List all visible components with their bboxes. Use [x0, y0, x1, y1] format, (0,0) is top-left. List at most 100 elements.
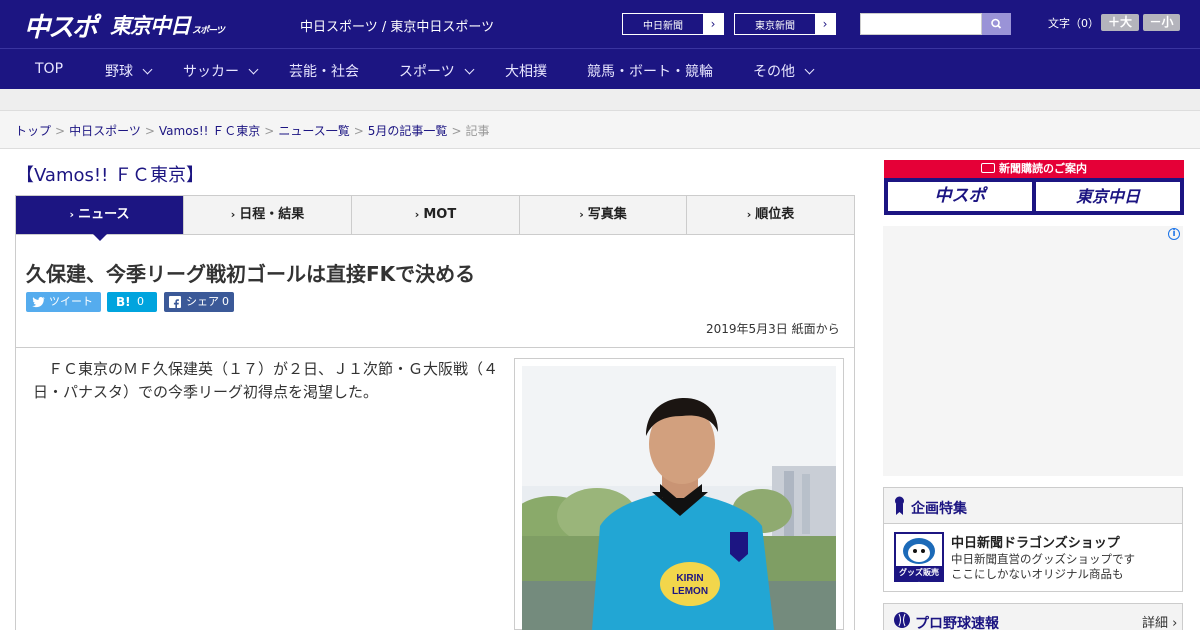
hatena-bookmark-button[interactable]: B! 0 [107, 292, 157, 312]
twitter-bird-icon [32, 296, 45, 308]
article-photo[interactable]: KIRIN LEMON [522, 366, 836, 630]
article-headline: 久保建、今季リーグ戦初ゴールは直接FKで決める [26, 262, 476, 286]
nav-item-label: その他 [753, 64, 795, 80]
ribbon-icon [895, 496, 904, 515]
search-button[interactable] [982, 13, 1011, 35]
dragons-shop-description: 中日新聞直営のグッズショップです ここにしかないオリジナル商品も [951, 552, 1179, 582]
breadcrumb-separator: > [451, 124, 462, 138]
nav-item-label: 野球 [105, 64, 133, 80]
tweet-button[interactable]: ツイート [26, 292, 101, 312]
chunichi-link-label: 中日新聞 [643, 21, 683, 32]
breadcrumb-fc-tokyo[interactable]: Vamos!! ＦＣ東京 [159, 124, 260, 138]
nav-item-other[interactable]: その他 [753, 61, 815, 81]
section-tabs: › ニュース › 日程・結果 › MOT › 写真集 › 順位表 [15, 195, 855, 241]
baseball-icon [894, 612, 910, 628]
article-date: 2019年5月3日 紙面から [706, 322, 840, 336]
nav-item-entertainment[interactable]: 芸能・社会 [289, 61, 359, 81]
facebook-share-count: 0 [222, 295, 229, 308]
dragons-shop-thumbnail[interactable]: グッズ販売中 [894, 532, 944, 591]
nav-item-racing[interactable]: 競馬・ボート・競輪 [587, 61, 713, 81]
tokyo-shimbun-link[interactable]: 東京新聞 › [734, 13, 836, 35]
tab-news[interactable]: › ニュース [16, 196, 184, 241]
chevron-right-icon: › [69, 208, 75, 221]
nav-item-sports[interactable]: スポーツ [399, 61, 475, 81]
divider [16, 347, 854, 348]
tokyo-logo-text: 東京中日 [110, 14, 191, 38]
chevron-right-icon: › [230, 208, 236, 221]
tab-label: 写真集 [587, 207, 627, 222]
tokyo-chunichi-subscribe-logo[interactable]: 東京中日 [1036, 182, 1180, 211]
goods-sale-badge: グッズ販売中 [899, 568, 939, 591]
details-link[interactable]: 詳細 › [1142, 612, 1177, 630]
facebook-share-button[interactable]: シェア 0 [164, 292, 234, 312]
chuspo-subscribe-logo[interactable]: 中スポ [888, 182, 1032, 211]
category-title[interactable]: 【Vamos!! ＦＣ東京】 [16, 161, 204, 187]
nav-item-label: サッカー [183, 64, 239, 80]
chevron-right-icon: › [746, 208, 752, 221]
breadcrumb-separator: > [55, 124, 66, 138]
shop-desc-line: 中日新聞直営のグッズショップです [951, 552, 1135, 566]
nav-item-top[interactable]: TOP [35, 61, 63, 77]
nav-item-label: 大相撲 [505, 64, 547, 80]
advertisement[interactable] [883, 226, 1183, 476]
svg-text:KIRIN: KIRIN [676, 573, 703, 584]
chevron-right-icon: › [414, 208, 420, 221]
breadcrumb-separator: > [144, 124, 155, 138]
pro-baseball-title: プロ野球速報 [915, 616, 999, 630]
tab-photos[interactable]: › 写真集 [520, 196, 687, 234]
breadcrumb-separator: > [353, 124, 364, 138]
subscription-header: 新聞購読のご案内 [884, 160, 1184, 178]
nav-item-label: 芸能・社会 [289, 64, 359, 80]
feature-header: 企画特集 [884, 488, 1182, 524]
breadcrumb-separator: > [264, 124, 275, 138]
search-icon [991, 18, 1002, 29]
font-size-label: 文字（0） [1048, 17, 1099, 30]
search-input[interactable] [860, 13, 982, 35]
nav-item-baseball[interactable]: 野球 [105, 61, 153, 81]
breadcrumb: トップ > 中日スポーツ > Vamos!! ＦＣ東京 > ニュース一覧 >5月の記事一覧 > 記… [15, 122, 490, 139]
ad-info-icon[interactable]: i [1168, 228, 1180, 240]
hatena-icon: B! [116, 295, 131, 309]
facebook-icon [169, 296, 181, 309]
shop-desc-line: ここにしかないオリジナル商品も [951, 567, 1124, 581]
main-nav: TOP 野球 サッカー 芸能・社会 スポーツ 大相撲 競馬・ボート・競輪 その他 [0, 48, 1200, 89]
hatena-count: 0 [137, 295, 144, 308]
breadcrumb-news-list[interactable]: ニュース一覧 [278, 124, 349, 138]
dragons-shop-title[interactable]: 中日新聞ドラゴンズショップ [951, 532, 1120, 551]
tab-mot[interactable]: › MOT [352, 196, 520, 234]
breadcrumb-may-articles[interactable]: 5月の記事一覧 [368, 124, 448, 138]
tokyo-chunichi-logo[interactable]: 東京中日 スポーツ [110, 10, 225, 40]
subscription-header-label: 新聞購読のご案内 [999, 162, 1087, 175]
feature-panel: 企画特集 グッズ販売中 中日新聞ドラゴンズショップ 中日新聞直営のグッズショップ… [883, 487, 1183, 592]
feature-title: 企画特集 [911, 501, 967, 517]
chevron-down-icon [464, 64, 475, 75]
font-larger-button[interactable]: ＋大 [1101, 14, 1139, 31]
tab-schedule[interactable]: › 日程・結果 [184, 196, 352, 234]
tab-label: 日程・結果 [239, 207, 305, 222]
nav-item-label: 競馬・ボート・競輪 [587, 64, 713, 80]
chevron-right-icon: › [703, 14, 723, 34]
breadcrumb-top[interactable]: トップ [15, 124, 51, 138]
chevron-down-icon [248, 64, 259, 75]
font-smaller-button[interactable]: －小 [1143, 14, 1180, 31]
tab-standings[interactable]: › 順位表 [687, 196, 854, 234]
nav-item-sumo[interactable]: 大相撲 [505, 61, 547, 81]
chuspo-logo[interactable]: 中スポ [24, 7, 98, 44]
chevron-down-icon [142, 64, 153, 75]
breadcrumb-chunichi-sports[interactable]: 中日スポーツ [69, 124, 141, 138]
breadcrumb-current: 記事 [465, 124, 490, 138]
article-body: ＦＣ東京のＭＦ久保建英（１７）が２日、Ｊ１次節・Ｇ大阪戦（４日・パナスタ）での今… [33, 360, 499, 401]
chunichi-shimbun-link[interactable]: 中日新聞 › [622, 13, 724, 35]
pro-baseball-live-panel: プロ野球速報 詳細 › [883, 603, 1183, 630]
tab-label: 順位表 [755, 207, 795, 222]
site-names: 中日スポーツ / 東京中日スポーツ [300, 20, 495, 35]
chevron-right-icon: › [815, 14, 835, 34]
nav-item-soccer[interactable]: サッカー [183, 61, 259, 81]
tokyo-logo-small: スポーツ [192, 26, 225, 36]
svg-text:LEMON: LEMON [672, 586, 708, 597]
subscription-banner[interactable]: 新聞購読のご案内 中スポ 東京中日 [884, 160, 1184, 215]
tab-label: ニュース [78, 207, 130, 222]
chevron-right-icon: › [579, 208, 584, 221]
sub-nav-strip [0, 89, 1200, 111]
site-header: 中スポ 東京中日 スポーツ 中日スポーツ / 東京中日スポーツ 中日新聞 › 東京… [0, 0, 1200, 48]
